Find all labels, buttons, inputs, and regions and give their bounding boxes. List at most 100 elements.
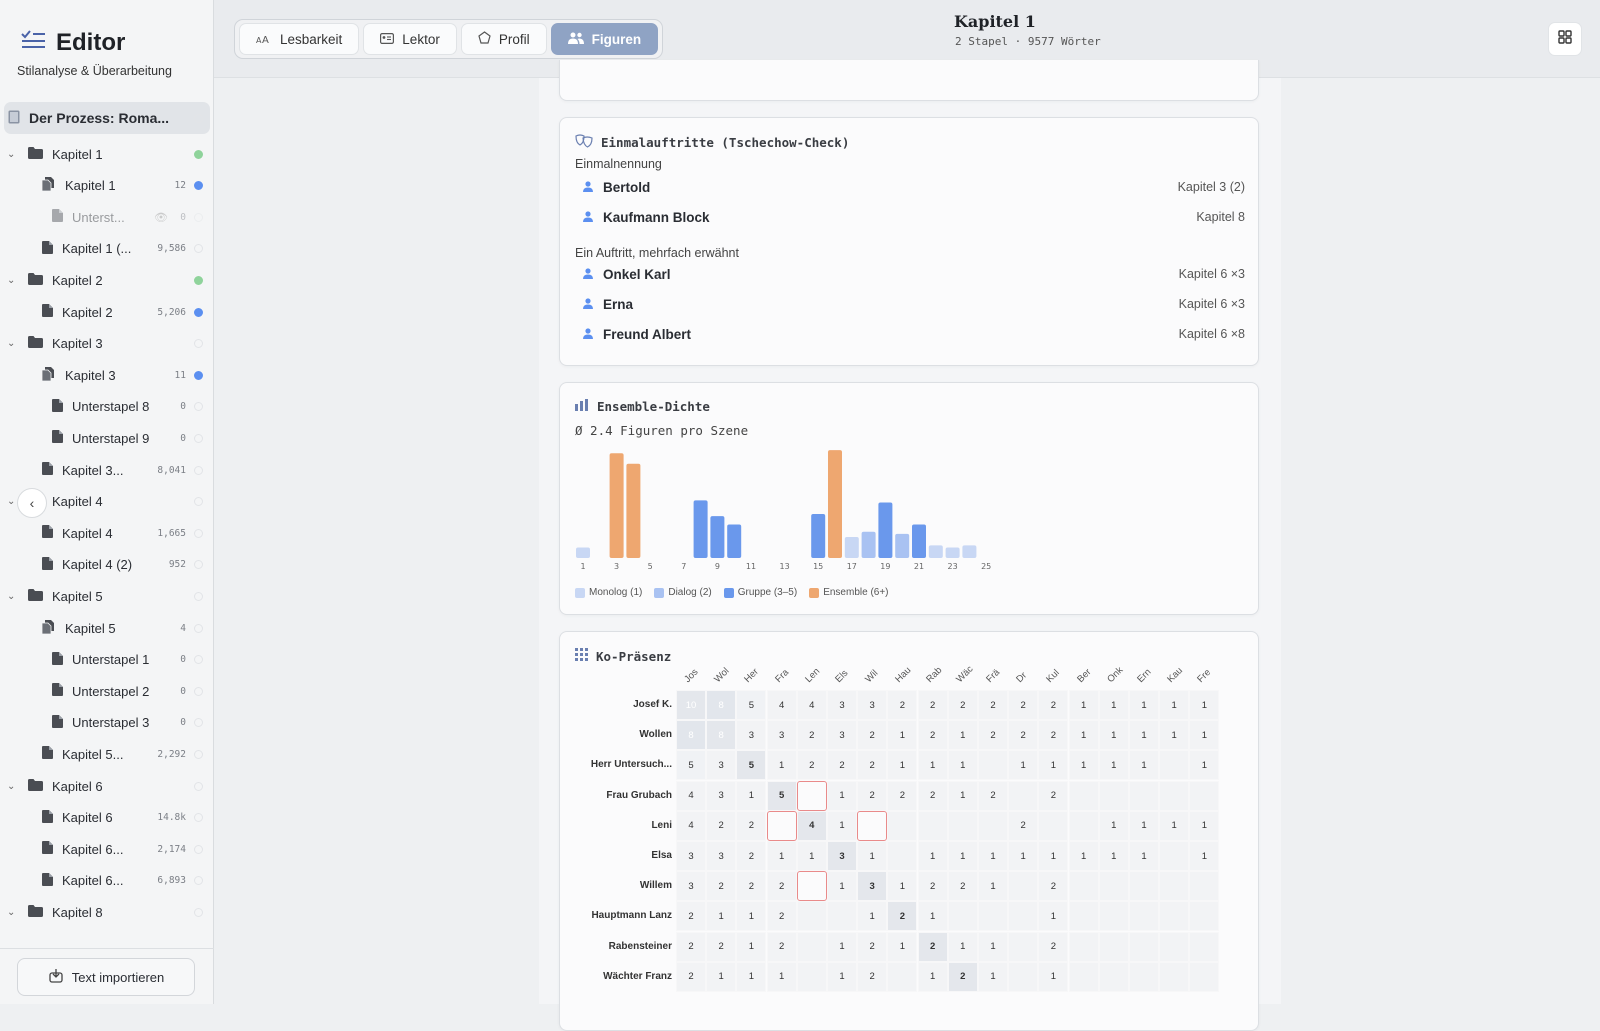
matrix-cell[interactable] [978, 750, 1008, 781]
matrix-cell[interactable]: 2 [706, 871, 737, 902]
matrix-cell[interactable]: 1 [978, 871, 1008, 902]
matrix-cell[interactable]: 3 [857, 871, 888, 902]
chart-bar[interactable] [576, 547, 590, 558]
matrix-cell[interactable] [887, 810, 918, 841]
matrix-cell[interactable]: 1 [706, 901, 737, 932]
chart-bar[interactable] [693, 500, 708, 558]
chart-bar[interactable] [962, 545, 977, 558]
sidebar-item[interactable]: Kapitel 3 11 [0, 360, 214, 390]
matrix-cell[interactable] [1098, 931, 1129, 962]
matrix-cell[interactable] [1129, 961, 1159, 992]
matrix-cell[interactable]: 1 [1159, 720, 1190, 751]
matrix-cell[interactable] [796, 961, 827, 992]
matrix-cell[interactable] [887, 961, 918, 992]
matrix-cell[interactable]: 2 [1038, 871, 1069, 902]
matrix-cell[interactable]: 1 [827, 961, 857, 992]
matrix-cell[interactable]: 2 [736, 810, 767, 841]
matrix-cell[interactable]: 4 [796, 690, 827, 720]
matrix-cell[interactable]: 1 [917, 841, 948, 871]
sidebar-item[interactable]: Kapitel 1 12 [0, 171, 214, 201]
matrix-cell[interactable] [1189, 871, 1220, 902]
matrix-cell[interactable]: 1 [1008, 841, 1039, 871]
matrix-cell[interactable]: 1 [978, 841, 1008, 871]
matrix-cell[interactable]: 2 [1038, 931, 1069, 962]
tab-profil[interactable]: Profil [460, 23, 547, 55]
character-row[interactable]: Freund Albert Kapitel 6 ×8 [575, 319, 1245, 349]
matrix-cell[interactable] [796, 871, 827, 902]
matrix-cell[interactable]: 3 [706, 750, 737, 781]
matrix-cell[interactable]: 8 [706, 720, 737, 751]
tab-lesbarkeit[interactable]: A A Lesbarkeit [239, 23, 360, 55]
matrix-cell[interactable]: 2 [978, 720, 1008, 751]
sidebar-item[interactable]: Kapitel 5 4 [0, 613, 214, 643]
chart-bar[interactable] [878, 502, 893, 558]
sidebar-item[interactable]: Kapitel 3... 8,041 [0, 455, 214, 485]
matrix-cell[interactable]: 2 [978, 780, 1008, 811]
matrix-cell[interactable]: 10 [676, 690, 706, 720]
matrix-cell[interactable] [1159, 750, 1190, 781]
matrix-cell[interactable] [887, 841, 918, 871]
matrix-cell[interactable] [827, 901, 857, 932]
matrix-cell[interactable]: 3 [736, 720, 767, 751]
matrix-cell[interactable]: 1 [827, 780, 857, 811]
matrix-cell[interactable]: 1 [1038, 961, 1069, 992]
chevron-down-icon[interactable]: ⌄ [7, 907, 15, 918]
matrix-cell[interactable]: 1 [887, 871, 918, 902]
matrix-cell[interactable] [1098, 901, 1129, 932]
matrix-cell[interactable]: 1 [887, 750, 918, 781]
matrix-cell[interactable] [1068, 931, 1099, 962]
matrix-cell[interactable]: 3 [827, 690, 857, 720]
chart-bar[interactable] [710, 516, 725, 558]
matrix-cell[interactable]: 1 [736, 780, 767, 811]
chevron-down-icon[interactable]: ⌄ [7, 591, 15, 602]
chevron-down-icon[interactable]: ⌄ [7, 275, 15, 286]
matrix-cell[interactable]: 2 [857, 780, 888, 811]
matrix-cell[interactable]: 1 [1068, 690, 1099, 720]
matrix-cell[interactable]: 1 [1098, 841, 1129, 871]
matrix-cell[interactable] [1189, 901, 1220, 932]
matrix-cell[interactable] [766, 810, 797, 841]
matrix-cell[interactable]: 5 [766, 780, 797, 811]
matrix-cell[interactable]: 2 [887, 690, 918, 720]
matrix-cell[interactable] [1008, 961, 1039, 992]
matrix-cell[interactable]: 2 [917, 690, 948, 720]
matrix-cell[interactable]: 3 [676, 871, 706, 902]
matrix-cell[interactable]: 1 [917, 750, 948, 781]
matrix-cell[interactable] [978, 810, 1008, 841]
chart-bar[interactable] [861, 531, 876, 558]
matrix-cell[interactable]: 2 [766, 901, 797, 932]
matrix-cell[interactable]: 2 [676, 931, 706, 962]
sidebar-item[interactable]: Kapitel 1 (... 9,586 [0, 234, 214, 264]
matrix-cell[interactable]: 3 [706, 780, 737, 811]
chart-bar[interactable] [828, 450, 842, 558]
sidebar-item[interactable]: Unterst... 👁 0 [0, 202, 214, 232]
matrix-cell[interactable] [1098, 871, 1129, 902]
matrix-cell[interactable]: 1 [947, 780, 978, 811]
matrix-cell[interactable]: 1 [1068, 841, 1099, 871]
matrix-cell[interactable] [1008, 931, 1039, 962]
matrix-cell[interactable]: 1 [827, 871, 857, 902]
chart-bar[interactable] [945, 547, 960, 558]
sidebar-item[interactable]: Kapitel 2 5,206 [0, 297, 214, 327]
sidebar-item[interactable]: ⌄ Kapitel 1 [0, 139, 214, 169]
chart-bar[interactable] [609, 453, 624, 558]
matrix-cell[interactable] [1159, 841, 1190, 871]
matrix-cell[interactable] [857, 810, 888, 841]
sidebar-item[interactable]: Kapitel 6... 6,893 [0, 866, 214, 896]
matrix-cell[interactable]: 1 [1189, 841, 1220, 871]
matrix-cell[interactable] [1129, 931, 1159, 962]
matrix-cell[interactable] [978, 901, 1008, 932]
chevron-down-icon[interactable]: ⌄ [7, 781, 15, 792]
chart-bar[interactable] [811, 514, 826, 558]
matrix-cell[interactable]: 2 [947, 690, 978, 720]
collapse-sidebar-button[interactable]: ‹ [17, 488, 47, 518]
matrix-cell[interactable]: 2 [766, 931, 797, 962]
matrix-cell[interactable] [1068, 961, 1099, 992]
matrix-cell[interactable]: 1 [1068, 750, 1099, 781]
sidebar-item[interactable]: Kapitel 4 1,665 [0, 518, 214, 548]
matrix-cell[interactable]: 2 [917, 720, 948, 751]
matrix-cell[interactable]: 1 [857, 901, 888, 932]
matrix-cell[interactable] [1189, 931, 1220, 962]
character-row[interactable]: Bertold Kapitel 3 (2) [575, 172, 1245, 202]
matrix-cell[interactable]: 1 [1098, 810, 1129, 841]
